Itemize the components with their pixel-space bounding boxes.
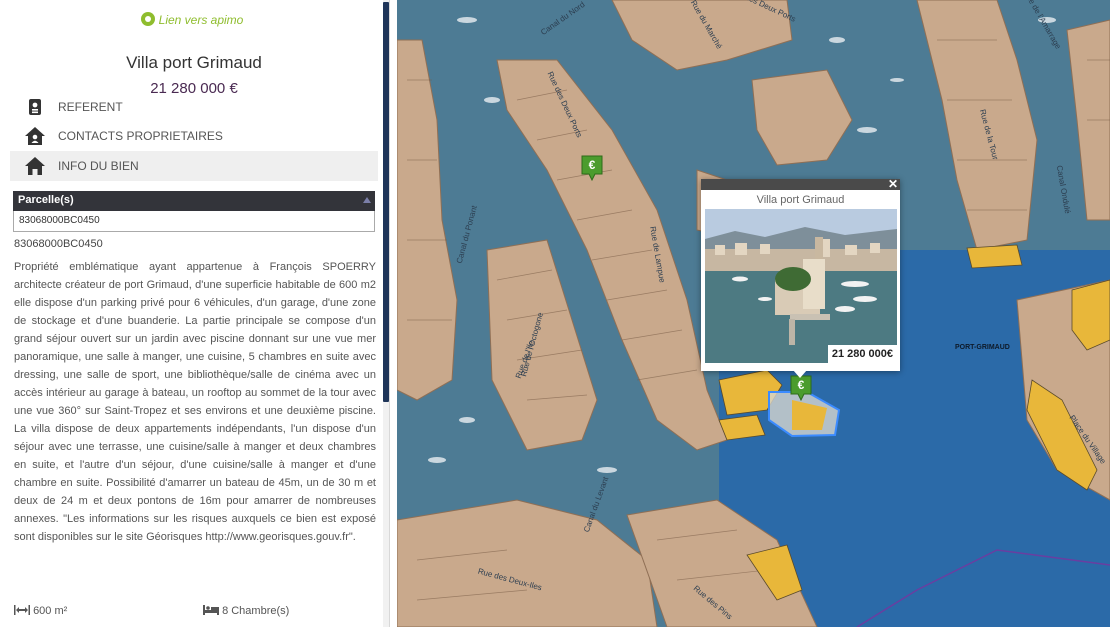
property-title: Villa port Grimaud <box>126 53 262 72</box>
menu-item-info[interactable]: INFO DU BIEN <box>10 151 378 181</box>
property-popup: ✕ Villa port Grimaud 21 280 000€ <box>701 177 900 378</box>
caret-up-icon[interactable] <box>363 197 371 203</box>
property-photo[interactable]: 21 280 000€ <box>705 209 897 363</box>
apimo-link[interactable]: Lien vers apimo <box>0 12 384 27</box>
selected-property-marker[interactable]: € <box>790 375 812 402</box>
feature-rooms-value: 8 Chambre(s) <box>222 605 290 617</box>
property-marker[interactable]: € <box>581 155 603 182</box>
menu-item-referent[interactable]: REFERENT <box>10 93 378 121</box>
popup-header-bar: ✕ <box>701 177 900 191</box>
menu-item-referent-label: REFERENT <box>58 100 123 114</box>
app-window: Lien vers apimo Villa port Grimaud 21 28… <box>0 0 1110 627</box>
parcel-header[interactable]: Parcelle(s) <box>13 191 375 211</box>
popup-tail <box>793 370 807 378</box>
sidebar-scrollbar-thumb[interactable] <box>383 2 389 402</box>
close-icon[interactable]: ✕ <box>888 177 898 191</box>
feature-surface: 600 m² <box>14 605 67 617</box>
parcel-selected-value[interactable]: 83068000BC0450 <box>13 211 375 232</box>
parcel-reference: 83068000BC0450 <box>14 238 103 250</box>
parcel-dropdown[interactable]: Parcelle(s) 83068000BC0450 <box>13 191 375 232</box>
apimo-link-label[interactable]: Lien vers apimo <box>159 13 244 27</box>
house-user-icon <box>22 125 48 147</box>
menu-item-contacts[interactable]: CONTACTS PROPRIETAIRES <box>10 122 378 150</box>
surface-arrows-icon <box>14 605 30 615</box>
sidebar-scrollbar[interactable] <box>383 0 389 627</box>
property-description: Propriété emblématique ayant appartenue … <box>14 261 376 543</box>
feature-rooms: 8 Chambre(s) <box>203 605 289 617</box>
bed-icon <box>203 605 219 615</box>
popup-title: Villa port Grimaud <box>756 194 845 206</box>
home-icon <box>22 155 48 177</box>
property-photo-image <box>705 209 897 363</box>
marker-symbol: € <box>588 158 596 172</box>
parcel-header-label: Parcelle(s) <box>18 194 74 206</box>
feature-surface-value: 600 m² <box>33 605 68 617</box>
popup-price: 21 280 000€ <box>827 345 897 363</box>
property-sidebar: Lien vers apimo Villa port Grimaud 21 28… <box>0 0 390 627</box>
id-card-icon <box>22 96 48 118</box>
marker-symbol: € <box>797 378 805 392</box>
menu-item-info-label: INFO DU BIEN <box>58 159 139 173</box>
apimo-logo-icon <box>140 12 155 26</box>
area-label: PORT-GRIMAUD <box>955 344 1010 351</box>
menu-item-contacts-label: CONTACTS PROPRIETAIRES <box>58 129 223 143</box>
